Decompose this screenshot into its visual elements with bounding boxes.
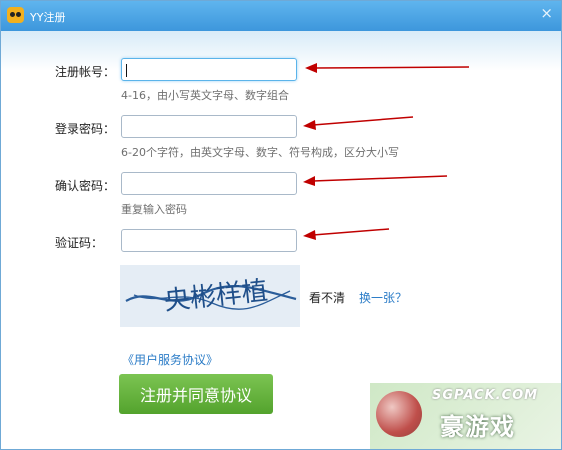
refresh-captcha-link[interactable]: 换一张？ xyxy=(359,289,407,306)
window-title: YY注册 xyxy=(30,11,66,24)
yy-app-icon xyxy=(7,7,24,23)
register-agree-button[interactable]: 注册并同意协议 xyxy=(119,374,273,414)
captcha-image[interactable]: 央彬样植 xyxy=(120,265,300,327)
watermark-logo-icon xyxy=(376,391,422,437)
watermark-logo-text: 豪游戏 xyxy=(440,413,515,441)
close-button[interactable]: × xyxy=(540,6,553,21)
password-input[interactable] xyxy=(121,115,297,138)
arrow-annotation-captcha xyxy=(303,228,390,240)
user-agreement-link[interactable]: 《用户服务协议》 xyxy=(122,351,218,368)
username-label: 注册帐号： xyxy=(55,65,116,79)
arrow-annotation-confirm xyxy=(303,175,448,186)
arrow-annotation-username xyxy=(305,63,470,73)
captcha-input[interactable] xyxy=(121,229,297,252)
site-watermark: SGPACK.COM 豪游戏 xyxy=(370,383,561,449)
confirm-password-hint: 重复输入密码 xyxy=(121,203,187,216)
arrow-annotation-password xyxy=(303,116,414,130)
text-cursor xyxy=(126,64,127,77)
confirm-password-input[interactable] xyxy=(121,172,297,195)
password-label: 登录密码： xyxy=(55,122,116,136)
username-hint: 4-16，由小写英文字母、数字组合 xyxy=(121,89,289,102)
captcha-label: 验证码： xyxy=(55,236,104,250)
username-input[interactable] xyxy=(121,58,297,81)
registration-window: YY注册 × 注册帐号： 4-16，由小写英文字母、数字组合 登录密码： 6-2… xyxy=(0,0,562,450)
password-hint: 6-20个字符，由英文字母、数字、符号构成，区分大小写 xyxy=(121,146,399,159)
captcha-text: 央彬样植 xyxy=(163,276,270,317)
confirm-password-label: 确认密码： xyxy=(55,179,116,193)
cant-see-label: 看不清 xyxy=(309,291,346,305)
watermark-url: SGPACK.COM xyxy=(432,388,539,403)
title-bar[interactable]: YY注册 × xyxy=(1,1,561,31)
